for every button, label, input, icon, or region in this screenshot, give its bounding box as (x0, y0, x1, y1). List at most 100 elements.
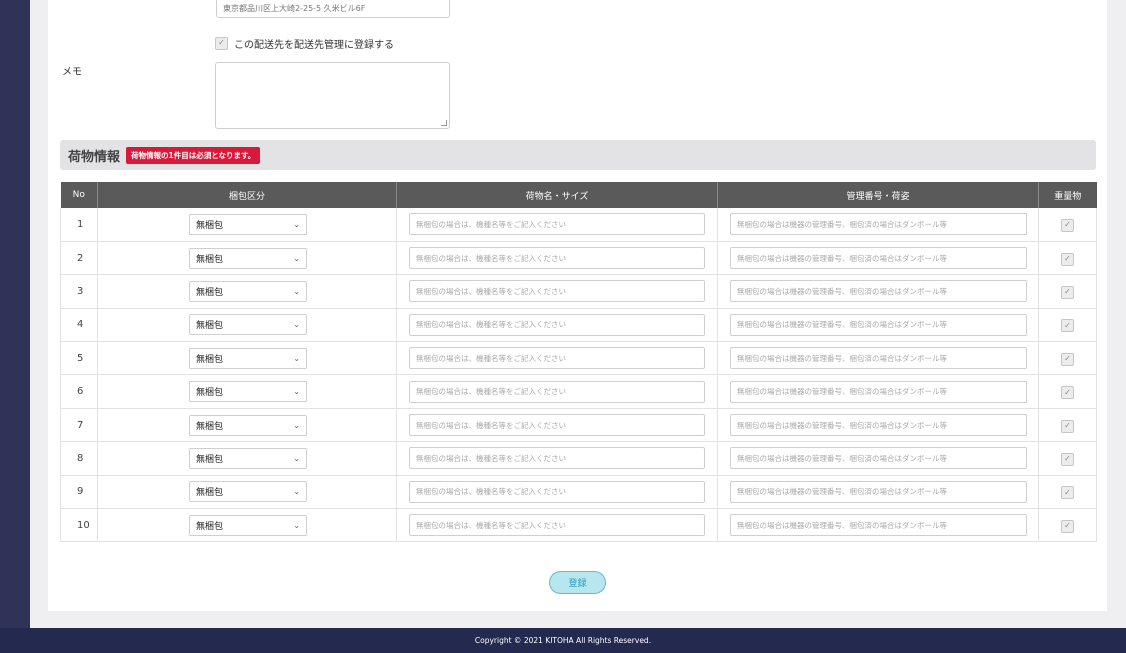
footer: Copyright © 2021 KITOHA All Rights Reser… (0, 628, 1126, 653)
packing-cell: 無梱包 ⌄ (97, 274, 397, 309)
chevron-down-icon: ⌄ (293, 353, 300, 363)
heavy-cell: ✓ (1038, 208, 1097, 242)
mgmt-cell: 無梱包の場合は機器の管理番号、梱包済の場合はダンボール等 (717, 374, 1039, 409)
packing-cell: 無梱包 ⌄ (97, 508, 397, 543)
mgmt-cell: 無梱包の場合は機器の管理番号、梱包済の場合はダンボール等 (717, 475, 1039, 510)
packing-value: 無梱包 (196, 321, 224, 332)
row-number: 8 (60, 441, 98, 476)
heavy-item-checkbox[interactable]: ✓ (1061, 319, 1074, 333)
row-number: 5 (60, 341, 98, 376)
cargo-table: No 梱包区分 荷物名・サイズ 管理番号・荷姿 重量物 1 無梱包 ⌄ 無梱包の場合は… (60, 182, 1097, 543)
management-number-input[interactable]: 無梱包の場合は機器の管理番号、梱包済の場合はダンボール等 (730, 480, 1027, 503)
management-number-input[interactable]: 無梱包の場合は機器の管理番号、梱包済の場合はダンボール等 (730, 247, 1027, 270)
packing-cell: 無梱包 ⌄ (97, 441, 397, 476)
packing-cell: 無梱包 ⌄ (97, 208, 397, 242)
packing-select[interactable]: 無梱包 ⌄ (189, 347, 307, 369)
table-row: 8 無梱包 ⌄ 無梱包の場合は、機種名等をご記入ください 無梱包の場合は機器の管理番号、… (60, 441, 1097, 476)
packing-select[interactable]: 無梱包 ⌄ (189, 514, 307, 536)
cargo-name-input[interactable]: 無梱包の場合は、機種名等をご記入ください (409, 247, 705, 270)
chevron-down-icon: ⌄ (293, 453, 300, 463)
name-cell: 無梱包の場合は、機種名等をご記入ください (396, 341, 718, 376)
register-destination-row: ✓ この配送先を配送先管理に登録する (215, 35, 394, 51)
packing-value: 無梱包 (196, 488, 224, 499)
management-number-input[interactable]: 無梱包の場合は機器の管理番号、梱包済の場合はダンボール等 (730, 414, 1027, 437)
table-row: 5 無梱包 ⌄ 無梱包の場合は、機種名等をご記入ください 無梱包の場合は機器の管理番号、… (60, 341, 1097, 376)
packing-select[interactable]: 無梱包 ⌄ (189, 481, 307, 503)
name-cell: 無梱包の場合は、機種名等をご記入ください (396, 241, 718, 276)
packing-value: 無梱包 (196, 421, 224, 432)
row-number: 4 (60, 308, 98, 343)
heavy-item-checkbox[interactable]: ✓ (1061, 252, 1074, 266)
management-number-input[interactable]: 無梱包の場合は機器の管理番号、梱包済の場合はダンボール等 (730, 280, 1027, 303)
required-badge: 荷物情報の1件目は必須となります。 (126, 146, 261, 164)
cargo-name-input[interactable]: 無梱包の場合は、機種名等をご記入ください (409, 380, 705, 403)
management-number-input[interactable]: 無梱包の場合は機器の管理番号、梱包済の場合はダンボール等 (730, 380, 1027, 403)
resize-grip-icon[interactable] (441, 120, 447, 126)
name-cell: 無梱包の場合は、機種名等をご記入ください (396, 374, 718, 409)
packing-select[interactable]: 無梱包 ⌄ (189, 314, 307, 336)
col-header-mgmt: 管理番号・荷姿 (717, 182, 1039, 208)
management-number-input[interactable]: 無梱包の場合は機器の管理番号、梱包済の場合はダンボール等 (730, 447, 1027, 470)
row-number: 9 (60, 475, 98, 510)
name-cell: 無梱包の場合は、機種名等をご記入ください (396, 408, 718, 443)
table-row: 3 無梱包 ⌄ 無梱包の場合は、機種名等をご記入ください 無梱包の場合は機器の管理番号、… (60, 274, 1097, 309)
cargo-name-input[interactable]: 無梱包の場合は、機種名等をご記入ください (409, 514, 705, 537)
register-destination-label: この配送先を配送先管理に登録する (234, 39, 394, 51)
heavy-cell: ✓ (1038, 374, 1097, 409)
cargo-name-input[interactable]: 無梱包の場合は、機種名等をご記入ください (409, 313, 705, 336)
management-number-input[interactable]: 無梱包の場合は機器の管理番号、梱包済の場合はダンボール等 (730, 514, 1027, 537)
packing-select[interactable]: 無梱包 ⌄ (189, 381, 307, 403)
packing-select[interactable]: 無梱包 ⌄ (189, 414, 307, 436)
packing-value: 無梱包 (196, 254, 224, 265)
checkmark-icon: ✓ (218, 38, 225, 47)
packing-select[interactable]: 無梱包 ⌄ (189, 280, 307, 302)
row-number: 3 (60, 274, 98, 309)
heavy-item-checkbox[interactable]: ✓ (1061, 386, 1074, 400)
checkmark-icon: ✓ (1064, 220, 1071, 230)
heavy-item-checkbox[interactable]: ✓ (1061, 486, 1074, 500)
table-row: 9 無梱包 ⌄ 無梱包の場合は、機種名等をご記入ください 無梱包の場合は機器の管理番号、… (60, 475, 1097, 510)
management-number-input[interactable]: 無梱包の場合は機器の管理番号、梱包済の場合はダンボール等 (730, 313, 1027, 336)
cargo-name-input[interactable]: 無梱包の場合は、機種名等をご記入ください (409, 414, 705, 437)
cargo-name-input[interactable]: 無梱包の場合は、機種名等をご記入ください (409, 480, 705, 503)
chevron-down-icon: ⌄ (293, 420, 300, 430)
management-number-input[interactable]: 無梱包の場合は機器の管理番号、梱包済の場合はダンボール等 (730, 213, 1027, 236)
chevron-down-icon: ⌄ (293, 387, 300, 397)
table-header-row: No 梱包区分 荷物名・サイズ 管理番号・荷姿 重量物 (60, 182, 1097, 208)
packing-select[interactable]: 無梱包 ⌄ (189, 447, 307, 469)
memo-textarea[interactable] (215, 62, 450, 129)
register-destination-checkbox[interactable]: ✓ (215, 36, 228, 50)
cargo-name-input[interactable]: 無梱包の場合は、機種名等をご記入ください (409, 447, 705, 470)
cargo-section-header: 荷物情報 荷物情報の1件目は必須となります。 (60, 140, 1096, 170)
heavy-item-checkbox[interactable]: ✓ (1061, 419, 1074, 433)
packing-select[interactable]: 無梱包 ⌄ (189, 213, 307, 235)
cargo-name-input[interactable]: 無梱包の場合は、機種名等をご記入ください (409, 280, 705, 303)
heavy-item-checkbox[interactable]: ✓ (1061, 352, 1074, 366)
chevron-down-icon: ⌄ (293, 487, 300, 497)
heavy-item-checkbox[interactable]: ✓ (1061, 452, 1074, 466)
packing-value: 無梱包 (196, 287, 224, 298)
management-number-input[interactable]: 無梱包の場合は機器の管理番号、梱包済の場合はダンボール等 (730, 347, 1027, 370)
heavy-cell: ✓ (1038, 241, 1097, 276)
submit-button[interactable]: 登録 (549, 571, 606, 594)
table-row: 4 無梱包 ⌄ 無梱包の場合は、機種名等をご記入ください 無梱包の場合は機器の管理番号、… (60, 308, 1097, 343)
copyright-text: Copyright © 2021 KITOHA All Rights Reser… (474, 636, 652, 645)
col-header-heavy: 重量物 (1038, 182, 1097, 208)
packing-select[interactable]: 無梱包 ⌄ (189, 247, 307, 269)
checkmark-icon: ✓ (1064, 487, 1071, 497)
chevron-down-icon: ⌄ (293, 320, 300, 330)
name-cell: 無梱包の場合は、機種名等をご記入ください (396, 308, 718, 343)
heavy-item-checkbox[interactable]: ✓ (1061, 218, 1074, 232)
heavy-cell: ✓ (1038, 508, 1097, 543)
heavy-item-checkbox[interactable]: ✓ (1061, 519, 1074, 533)
packing-value: 無梱包 (196, 521, 224, 532)
cargo-section-title: 荷物情報 (68, 149, 121, 165)
col-header-name: 荷物名・サイズ (396, 182, 718, 208)
heavy-cell: ✓ (1038, 308, 1097, 343)
cargo-name-input[interactable]: 無梱包の場合は、機種名等をご記入ください (409, 213, 705, 236)
address-field[interactable]: 東京都品川区上大崎2-25-5 久米ビル6F (216, 0, 450, 18)
cargo-name-input[interactable]: 無梱包の場合は、機種名等をご記入ください (409, 347, 705, 370)
checkmark-icon: ✓ (1064, 454, 1071, 464)
name-cell: 無梱包の場合は、機種名等をご記入ください (396, 475, 718, 510)
heavy-item-checkbox[interactable]: ✓ (1061, 285, 1074, 299)
